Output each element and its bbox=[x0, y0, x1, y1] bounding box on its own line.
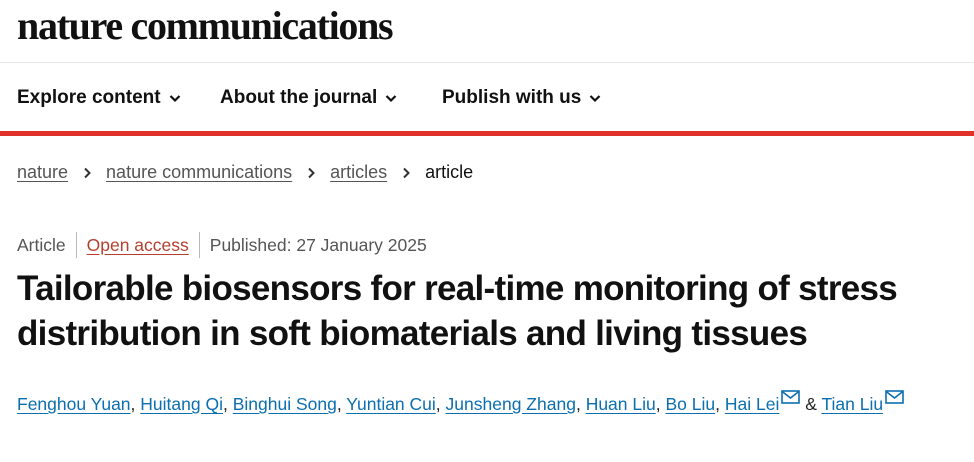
author-separator: , bbox=[130, 394, 136, 414]
breadcrumb-articles[interactable]: articles bbox=[330, 162, 387, 183]
breadcrumb-current: article bbox=[425, 162, 474, 182]
author-separator: , bbox=[715, 394, 720, 414]
journal-logo[interactable]: nature communications bbox=[17, 2, 394, 49]
open-access-link[interactable]: Open access bbox=[87, 235, 189, 256]
author-link[interactable]: Binghui Song bbox=[233, 394, 337, 414]
chevron-right-icon bbox=[308, 167, 316, 178]
nav-about-journal[interactable]: About the journal bbox=[220, 87, 397, 109]
author-link[interactable]: Bo Liu bbox=[666, 394, 716, 414]
author-link[interactable]: Junsheng Zhang bbox=[446, 394, 576, 414]
chevron-down-icon bbox=[385, 95, 397, 103]
breadcrumb-nature-communications[interactable]: nature communications bbox=[106, 162, 292, 183]
article-meta: Article Open access Published: 27 Januar… bbox=[17, 232, 427, 258]
nav-explore-content[interactable]: Explore content bbox=[17, 87, 181, 109]
chevron-right-icon bbox=[84, 167, 91, 178]
main-nav: Explore content About the journal Publis… bbox=[0, 63, 974, 136]
chevron-down-icon bbox=[169, 95, 180, 103]
article-title: Tailorable biosensors for real-time moni… bbox=[17, 269, 898, 353]
author-separator: , bbox=[222, 394, 228, 414]
meta-divider bbox=[198, 232, 200, 258]
author-link[interactable]: Huan Liu bbox=[586, 394, 656, 414]
nav-publish-with-us[interactable]: Publish with us bbox=[442, 87, 601, 109]
chevron-down-icon bbox=[590, 95, 601, 103]
author-separator: , bbox=[575, 394, 581, 414]
breadcrumb: nature nature communications articles ar… bbox=[17, 162, 473, 183]
meta-divider bbox=[75, 232, 77, 258]
author-link[interactable]: Tian Liu bbox=[821, 394, 883, 414]
author-last-joiner: & bbox=[805, 394, 817, 414]
author-link[interactable]: Hai Lei bbox=[725, 394, 779, 414]
author-separator: , bbox=[655, 394, 661, 414]
mail-icon[interactable] bbox=[781, 390, 801, 404]
author-separator: , bbox=[435, 394, 441, 414]
nav-label: Publish with us bbox=[442, 87, 582, 108]
published-date: Published: 27 January 2025 bbox=[209, 234, 427, 255]
breadcrumb-nature[interactable]: nature bbox=[17, 162, 68, 183]
author-link[interactable]: Huitang Qi bbox=[140, 394, 223, 414]
author-list: Fenghou Yuan, Huitang Qi, Binghui Song, … bbox=[17, 384, 967, 424]
author-separator: , bbox=[336, 394, 342, 414]
chevron-right-icon bbox=[403, 167, 411, 178]
mail-icon[interactable] bbox=[885, 390, 904, 404]
masthead: nature communications bbox=[0, 0, 974, 63]
article-type: Article bbox=[17, 234, 66, 255]
nav-label: Explore content bbox=[17, 87, 161, 108]
author-link[interactable]: Fenghou Yuan bbox=[17, 394, 131, 414]
nav-label: About the journal bbox=[220, 87, 378, 108]
author-link[interactable]: Yuntian Cui bbox=[346, 394, 436, 414]
